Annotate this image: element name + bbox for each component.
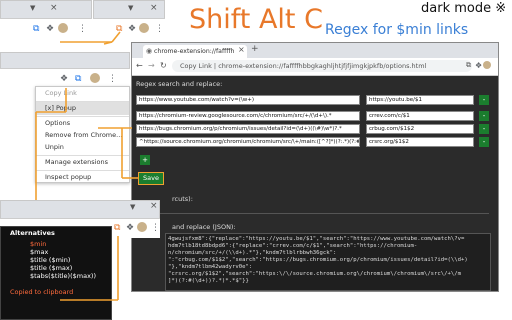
connector-line [111, 31, 121, 43]
connector-lines [35, 31, 138, 301]
